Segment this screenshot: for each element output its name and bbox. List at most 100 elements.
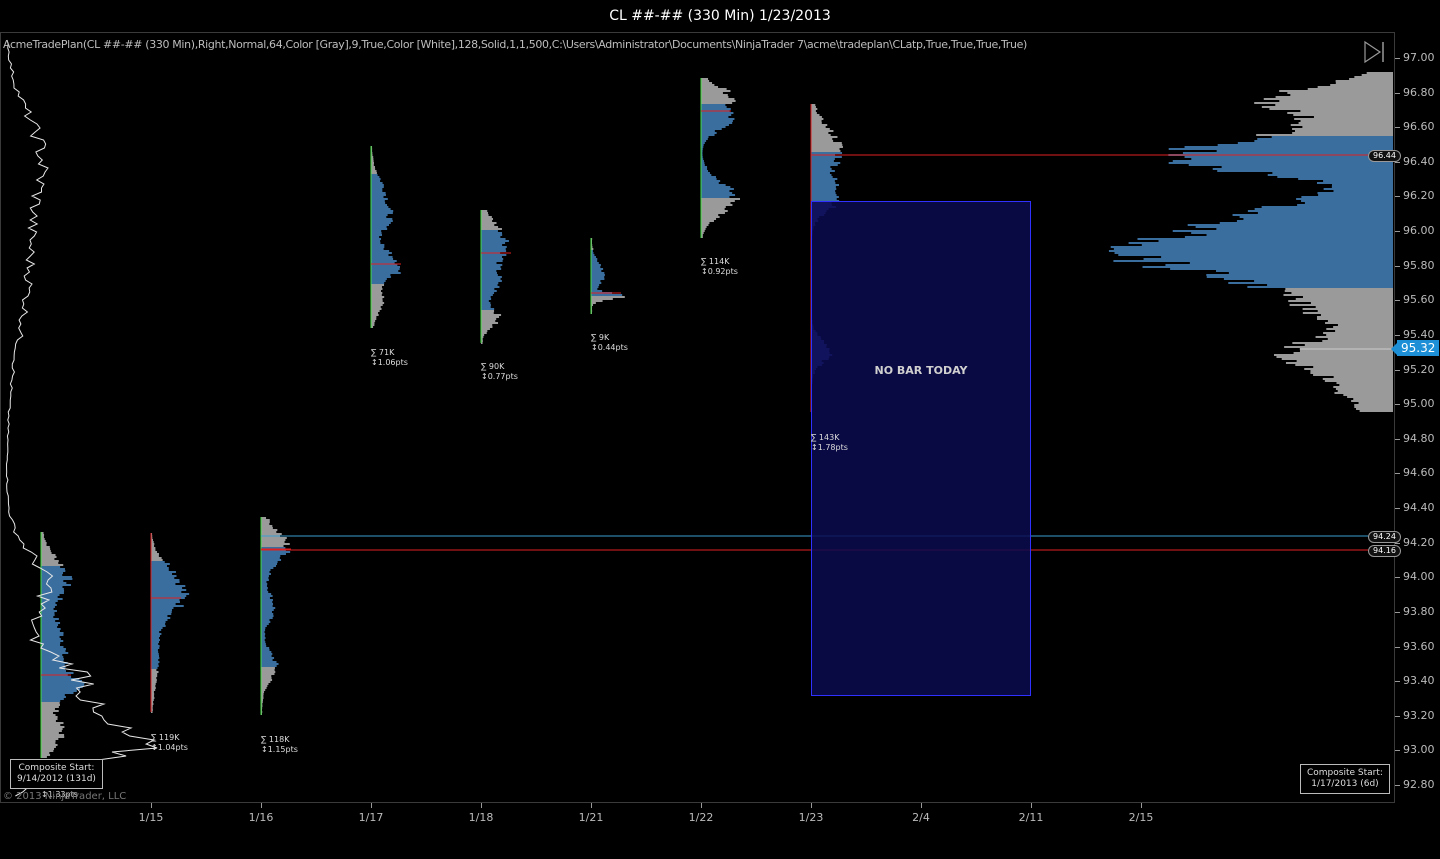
composite-profile-bar [1289, 304, 1393, 306]
composite-profile-bar [1359, 410, 1393, 412]
profile-bar [701, 184, 726, 186]
profile-bar [701, 140, 707, 142]
profile-bar [151, 599, 180, 601]
profile-bar [261, 579, 269, 581]
profile-bar [371, 234, 382, 236]
composite-profile-bar [1337, 324, 1393, 326]
composite-profile-bar [1307, 88, 1393, 90]
profile-bar [261, 689, 266, 691]
profile-bar [151, 605, 184, 607]
profile-bar [261, 551, 291, 553]
profile-bar [261, 597, 270, 599]
profile-bar [41, 590, 65, 592]
profile-bar [811, 174, 832, 176]
session-range: ↕1.06pts [371, 358, 408, 367]
composite-profile-bar [1158, 240, 1393, 242]
profile-bar [481, 318, 497, 320]
composite-profile-bar [1161, 256, 1393, 258]
profile-bar [261, 629, 266, 631]
profile-bar [481, 292, 495, 294]
profile-bar [41, 638, 61, 640]
profile-bar [41, 632, 64, 634]
profile-bar [371, 190, 383, 192]
profile-bar [591, 268, 604, 270]
composite-profile-bar [1182, 152, 1393, 154]
profile-bar [371, 206, 389, 208]
profile-bar [41, 682, 85, 684]
composite-profile-bar [1239, 216, 1393, 218]
profile-bar [371, 294, 382, 296]
profile-bar [41, 744, 58, 746]
profile-bar [261, 531, 277, 533]
profile-bar [261, 517, 267, 519]
profile-bar [261, 671, 276, 673]
profile-bar [151, 613, 172, 615]
play-to-end-icon[interactable] [1362, 40, 1386, 68]
profile-bar [261, 573, 271, 575]
profile-bar [591, 284, 600, 286]
profile-bar [41, 556, 57, 558]
profile-bar [811, 184, 840, 186]
profile-bar [701, 124, 729, 126]
composite-profile-bar [1327, 338, 1393, 340]
current-price-marker: 95.32 [1390, 340, 1440, 356]
profile-bar [41, 586, 63, 588]
time-label: 2/15 [1128, 811, 1154, 824]
profile-bar [701, 120, 733, 122]
composite-profile-bar [1113, 260, 1393, 262]
profile-bar [481, 282, 499, 284]
price-label: 95.60 [1403, 293, 1435, 307]
profile-bar [41, 572, 64, 574]
composite-profile-bar [1317, 310, 1393, 312]
profile-bar [591, 282, 602, 284]
profile-bar [701, 104, 726, 106]
profile-bar [41, 612, 55, 614]
profile-bar [481, 326, 493, 328]
profile-bar [811, 162, 841, 164]
price-label: 93.00 [1403, 743, 1435, 757]
profile-bar [481, 222, 497, 224]
profile-bar [811, 152, 843, 154]
profile-bar [371, 252, 392, 254]
composite-profile-bar [1318, 194, 1393, 196]
price-label: 96.20 [1403, 189, 1435, 203]
profile-bar [151, 649, 158, 651]
profile-bar [701, 100, 736, 102]
profile-bar [261, 613, 274, 615]
composite-profile-bar [1356, 408, 1393, 410]
profile-bar [371, 174, 378, 176]
composite-profile-bar [1141, 244, 1393, 246]
profile-bar [151, 565, 167, 567]
composite-profile-bar [1294, 118, 1393, 120]
price-tick [1395, 404, 1400, 406]
profile-bar [701, 226, 707, 228]
composite-profile-bar [1290, 94, 1393, 96]
composite-profile-bar [1292, 128, 1393, 130]
composite-profile-bar [1267, 174, 1393, 176]
profile-bar [261, 537, 287, 539]
price-label: 92.80 [1403, 778, 1435, 792]
profile-bar [151, 657, 160, 659]
profile-bar [151, 655, 160, 657]
profile-bar [371, 200, 385, 202]
profile-bar [481, 314, 502, 316]
profile-bar [151, 579, 180, 581]
profile-bar [811, 196, 839, 198]
profile-bar [261, 555, 281, 557]
price-tick [1395, 750, 1400, 752]
profile-bar [41, 718, 58, 720]
profile-bar [151, 591, 182, 593]
profile-bar [701, 82, 713, 84]
profile-bar [41, 740, 56, 742]
composite-profile-bar [1310, 372, 1393, 374]
profile-bar [481, 328, 490, 330]
profile-bar [41, 706, 59, 708]
profile-bar [371, 274, 391, 276]
profile-bar [371, 250, 390, 252]
profile-bar [701, 94, 728, 96]
profile-bar [151, 641, 160, 643]
price-tick [1395, 577, 1400, 579]
profile-bar [811, 190, 836, 192]
composite-profile-bar [1323, 332, 1393, 334]
profile-bar [481, 248, 506, 250]
